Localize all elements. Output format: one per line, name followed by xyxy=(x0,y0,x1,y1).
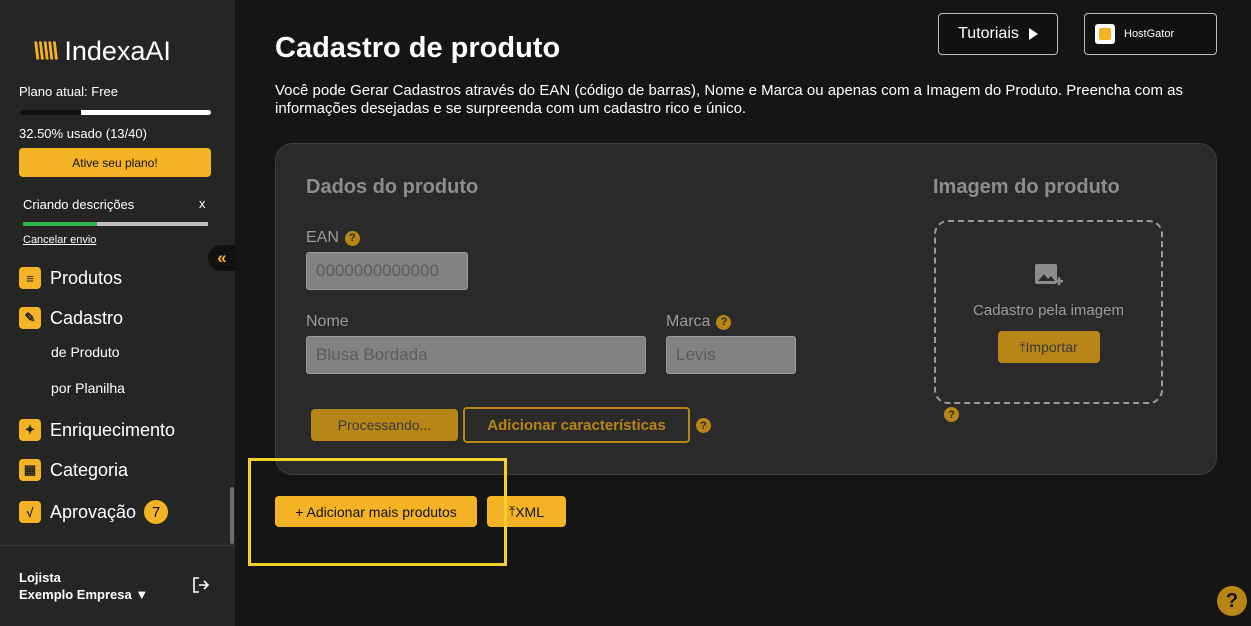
characteristics-help-icon[interactable]: ? xyxy=(696,418,711,433)
company-selector[interactable]: Exemplo Empresa ▼ xyxy=(19,587,148,602)
plan-usage-fill xyxy=(19,110,82,115)
page-title: Cadastro de produto xyxy=(275,32,561,64)
hostgator-logo-icon xyxy=(1095,24,1115,44)
nav-item-produtos[interactable]: ≡ Produtos xyxy=(19,267,122,289)
logo-mark-icon: \\\\\ xyxy=(33,37,58,65)
play-icon xyxy=(1028,28,1038,40)
name-label: Nome xyxy=(306,313,349,330)
check-icon: √ xyxy=(19,501,41,523)
brand-label-text: Marca xyxy=(666,313,711,330)
nav-item-cadastro[interactable]: ✎ Cadastro xyxy=(19,307,123,329)
job-close-button[interactable]: x xyxy=(199,196,206,211)
logo-text: IndexaAI xyxy=(64,36,171,66)
plan-usage-bar xyxy=(19,110,211,115)
nav-label: Cadastro xyxy=(50,307,124,328)
job-progress-bar xyxy=(23,222,208,226)
nav-subitem-por-planilha[interactable]: por Planilha xyxy=(51,380,125,396)
grid-icon: ▦ xyxy=(19,459,41,481)
ean-label: EAN ? xyxy=(306,229,360,247)
logout-icon[interactable] xyxy=(192,576,210,594)
plan-usage-text: 32.50% usado (13/40) xyxy=(19,126,147,141)
product-form-card: Dados do produto EAN ? 0000000000000 Nom… xyxy=(275,143,1217,475)
add-image-icon xyxy=(1034,264,1063,286)
clipboard-icon: ≡ xyxy=(19,267,41,289)
approval-count-badge: 7 xyxy=(144,500,169,524)
processing-button[interactable]: Processando... xyxy=(311,409,458,441)
sidebar-divider xyxy=(0,545,235,546)
brand-help-icon[interactable]: ? xyxy=(716,314,732,330)
plan-label: Plano atual: Free xyxy=(19,84,119,99)
job-progress-fill xyxy=(23,222,97,226)
image-help-icon[interactable]: ? xyxy=(944,407,959,422)
nav-label: Categoria xyxy=(50,459,129,480)
xml-label: XML xyxy=(515,503,544,520)
name-input[interactable]: Blusa Bordada xyxy=(306,336,646,374)
import-label: Importar xyxy=(1025,339,1078,355)
image-dropzone[interactable]: Cadastro pela imagem ⤒ Importar xyxy=(934,220,1163,404)
nav-item-enriquecimento[interactable]: ✦ Enriquecimento xyxy=(19,419,175,441)
job-status-label: Criando descrições xyxy=(23,197,135,212)
nav-item-categoria[interactable]: ▦ Categoria xyxy=(19,459,128,481)
product-image-title: Imagem do produto xyxy=(933,176,1120,198)
nav-item-aprovacao[interactable]: √ Aprovação 7 xyxy=(19,500,169,524)
brand-label: Marca ? xyxy=(666,313,732,331)
xml-upload-button[interactable]: ⤒ XML xyxy=(487,496,566,527)
user-role: Lojista xyxy=(19,570,61,585)
import-image-button[interactable]: ⤒ Importar xyxy=(997,331,1100,363)
collapse-sidebar-icon[interactable]: « xyxy=(208,245,236,271)
ean-label-text: EAN xyxy=(306,229,339,246)
ean-input[interactable]: 0000000000000 xyxy=(306,252,468,290)
nav-label: Enriquecimento xyxy=(50,419,176,440)
tutorials-button[interactable]: Tutoriais xyxy=(938,13,1058,55)
logo[interactable]: \\\\\ IndexaAI xyxy=(33,36,171,67)
product-data-title: Dados do produto xyxy=(306,176,479,198)
cancel-send-link[interactable]: Cancelar envio xyxy=(23,234,96,246)
add-characteristics-button[interactable]: Adicionar características xyxy=(463,407,690,443)
sidebar: \\\\\ IndexaAI Plano atual: Free 32.50% … xyxy=(0,0,236,626)
nav-label: Produtos xyxy=(50,267,123,288)
nav-subitem-de-produto[interactable]: de Produto xyxy=(51,344,120,360)
sidebar-scrollbar[interactable] xyxy=(230,487,234,544)
store-label: HostGator xyxy=(1124,28,1175,40)
nav-label: Aprovação xyxy=(50,501,137,522)
sparkle-icon: ✦ xyxy=(19,419,41,441)
page-description: Você pode Gerar Cadastros através do EAN… xyxy=(275,82,1183,117)
tutorials-label: Tutoriais xyxy=(958,25,1019,42)
add-more-products-button[interactable]: + Adicionar mais produtos xyxy=(275,496,477,527)
brand-input[interactable]: Levis xyxy=(666,336,796,374)
help-fab-button[interactable]: ? xyxy=(1217,586,1247,616)
edit-icon: ✎ xyxy=(19,307,41,329)
store-selector-button[interactable]: HostGator xyxy=(1084,13,1217,55)
activate-plan-button[interactable]: Ative seu plano! xyxy=(19,148,211,177)
ean-help-icon[interactable]: ? xyxy=(344,230,360,246)
image-dropzone-label: Cadastro pela imagem xyxy=(973,302,1124,319)
